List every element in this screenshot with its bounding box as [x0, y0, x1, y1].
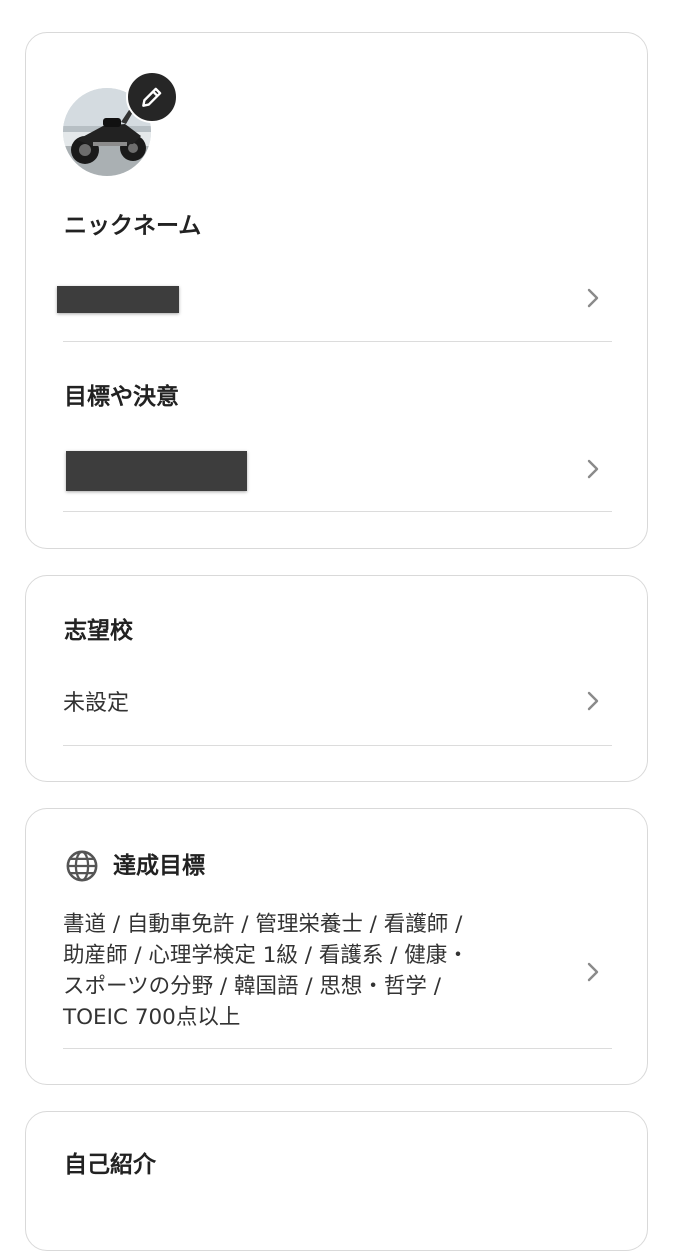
achievement-card: 達成目標 書道 / 自動車免許 / 管理栄養士 / 看護師 / 助産師 / 心理… [25, 808, 648, 1085]
school-card: 志望校 未設定 [25, 575, 648, 782]
achievement-line: TOEIC 700点以上 [63, 1005, 241, 1030]
school-label: 志望校 [64, 618, 133, 644]
school-value: 未設定 [63, 691, 130, 716]
edit-avatar-button[interactable] [126, 71, 178, 123]
goal-label: 目標や決意 [64, 384, 179, 410]
achievement-row[interactable]: 書道 / 自動車免許 / 管理栄養士 / 看護師 / 助産師 / 心理学検定 1… [63, 909, 612, 1049]
pencil-icon [142, 87, 162, 107]
nickname-label: ニックネーム [64, 213, 202, 239]
goal-row[interactable] [63, 429, 612, 512]
achievement-label: 達成目標 [113, 853, 205, 879]
achievement-list: 書道 / 自動車免許 / 管理栄養士 / 看護師 / 助産師 / 心理学検定 1… [63, 909, 543, 1033]
chevron-right-icon [587, 691, 599, 711]
intro-label: 自己紹介 [64, 1152, 156, 1178]
chevron-right-icon [587, 288, 599, 308]
intro-card: 自己紹介 [25, 1111, 648, 1251]
achievement-line: 書道 / 自動車免許 / 管理栄養士 / 看護師 / [63, 912, 463, 937]
globe-icon [66, 850, 98, 882]
chevron-right-icon [587, 962, 599, 982]
nickname-row[interactable] [57, 258, 612, 342]
chevron-right-icon [587, 459, 599, 479]
nickname-redacted-value [57, 286, 179, 313]
achievement-line: スポーツの分野 / 韓国語 / 思想・哲学 / [63, 974, 441, 999]
school-row[interactable]: 未設定 [63, 666, 612, 746]
profile-card: ニックネーム 目標や決意 [25, 32, 648, 549]
goal-redacted-value [66, 451, 247, 491]
achievement-line: 助産師 / 心理学検定 1級 / 看護系 / 健康・ [63, 943, 469, 968]
